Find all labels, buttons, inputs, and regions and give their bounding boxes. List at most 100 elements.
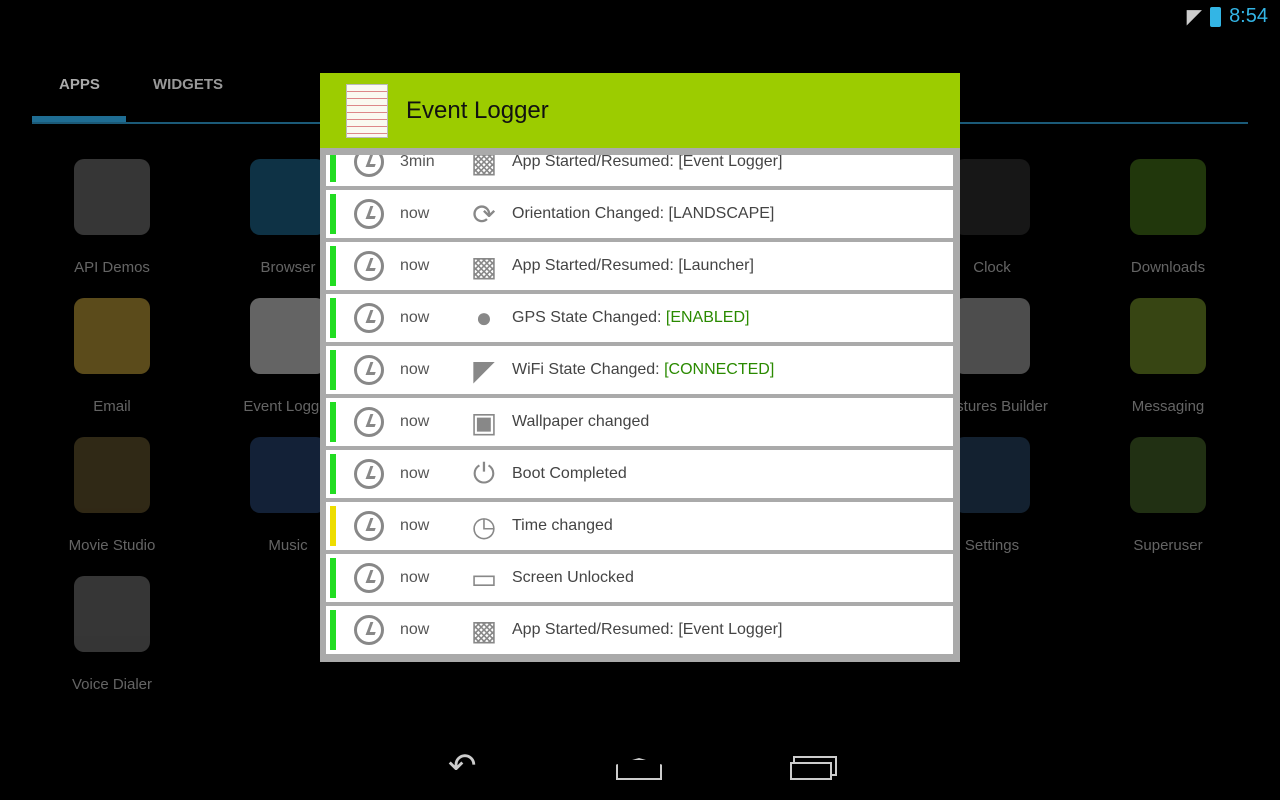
app-messaging[interactable]: Messaging (1088, 298, 1248, 415)
event-row[interactable]: now ▩ App Started/Resumed: [Event Logger… (326, 606, 953, 654)
event-time: now (400, 465, 430, 482)
event-text: Time changed (512, 517, 613, 535)
back-button[interactable]: ↶ (448, 746, 477, 786)
android-icon: ▩ (470, 250, 498, 282)
clock-icon (354, 615, 384, 645)
event-row[interactable]: now ● GPS State Changed: [ENABLED] (326, 294, 953, 342)
app-icon (250, 298, 326, 374)
wifi-icon: ◤ (1186, 6, 1203, 28)
status-bar-indicator (330, 610, 336, 650)
app-icon (74, 159, 150, 235)
clock-icon (354, 155, 384, 177)
status-bar-indicator (330, 155, 336, 182)
app-superuser[interactable]: Superuser (1088, 437, 1248, 554)
event-time: now (400, 257, 430, 274)
power-icon: ⏻ (472, 457, 496, 489)
app-label: Email (93, 398, 131, 415)
event-row[interactable]: now ⟳ Orientation Changed: [LANDSCAPE] (326, 190, 953, 238)
dialog-title: Event Logger (406, 96, 549, 124)
status-bar-indicator (330, 298, 336, 338)
event-row[interactable]: now ◷ Time changed (326, 502, 953, 550)
event-time: now (400, 621, 430, 638)
status-bar-indicator (330, 194, 336, 234)
status-bar: ◤ 8:54 (1187, 4, 1268, 29)
app-icon (74, 576, 150, 652)
app-label: Movie Studio (68, 537, 156, 554)
android-icon: ▩ (470, 155, 498, 178)
event-text: App Started/Resumed: [Launcher] (512, 257, 754, 275)
tab-widgets[interactable]: WIDGETS (153, 76, 223, 93)
event-row[interactable]: now ⏻ Boot Completed (326, 450, 953, 498)
app-icon (954, 437, 1030, 513)
android-icon: ▩ (470, 614, 498, 646)
app-api-demos[interactable]: API Demos (32, 159, 192, 276)
app-email[interactable]: Email (32, 298, 192, 415)
app-icon (250, 159, 326, 235)
app-icon (1130, 298, 1206, 374)
event-text: Orientation Changed: [LANDSCAPE] (512, 205, 774, 223)
recents-icon (790, 762, 832, 780)
event-text: App Started/Resumed: [Event Logger] (512, 155, 782, 171)
tab-indicator (32, 116, 126, 122)
event-description: App Started/Resumed: [Event Logger] (512, 621, 783, 638)
event-text: Screen Unlocked (512, 569, 634, 587)
event-description: App Started/Resumed: [Event Logger] (512, 155, 783, 170)
image-icon: ▣ (470, 406, 498, 438)
battery-icon (1210, 6, 1222, 27)
event-text: Boot Completed (512, 465, 627, 483)
app-icon (1130, 437, 1206, 513)
event-description: WiFi State Changed: (512, 361, 665, 378)
event-state: [CONNECTED] (664, 361, 775, 378)
app-icon (250, 437, 326, 513)
event-state: [ENABLED] (665, 309, 750, 326)
app-movie-studio[interactable]: Movie Studio (32, 437, 192, 554)
status-bar-indicator (330, 506, 336, 546)
event-logger-app-icon (346, 83, 388, 138)
event-time: 3min (400, 155, 435, 170)
event-description: GPS State Changed: (512, 309, 666, 326)
app-label: Messaging (1131, 398, 1205, 415)
home-button[interactable] (616, 758, 662, 780)
event-time: now (400, 361, 430, 378)
clock-icon (354, 511, 384, 541)
clock-icon (354, 251, 384, 281)
event-description: Orientation Changed: [LANDSCAPE] (512, 205, 775, 222)
app-label: API Demos (74, 259, 150, 276)
event-description: Screen Unlocked (512, 569, 634, 586)
event-row[interactable]: now ▣ Wallpaper changed (326, 398, 953, 446)
clock-icon (354, 563, 384, 593)
event-text: WiFi State Changed: [CONNECTED] (512, 361, 774, 379)
app-icon (74, 437, 150, 513)
home-icon (616, 758, 662, 780)
event-row[interactable]: now ▩ App Started/Resumed: [Launcher] (326, 242, 953, 290)
clock-icon (354, 303, 384, 333)
event-description: Time changed (512, 517, 613, 534)
event-text: App Started/Resumed: [Event Logger] (512, 621, 782, 639)
app-label: Superuser (1133, 537, 1203, 554)
status-bar-indicator (330, 402, 336, 442)
tab-apps[interactable]: APPS (59, 76, 100, 93)
status-bar-indicator (330, 454, 336, 494)
event-row[interactable]: now ▭ Screen Unlocked (326, 554, 953, 602)
app-voice-dialer[interactable]: Voice Dialer (32, 576, 192, 693)
status-bar-indicator (330, 558, 336, 598)
event-text: GPS State Changed: [ENABLED] (512, 309, 749, 327)
clock-time: 8:54 (1229, 5, 1268, 27)
event-description: Boot Completed (512, 465, 627, 482)
event-time: now (400, 413, 430, 430)
clock-icon: ◷ (471, 510, 497, 542)
event-description: Wallpaper changed (512, 413, 650, 430)
event-row[interactable]: now ◤ WiFi State Changed: [CONNECTED] (326, 346, 953, 394)
clock-icon (354, 407, 384, 437)
event-description: App Started/Resumed: [Launcher] (512, 257, 754, 274)
status-bar-indicator (330, 350, 336, 390)
recents-button[interactable] (790, 762, 832, 780)
app-icon (954, 298, 1030, 374)
rotate-icon: ⟳ (472, 198, 496, 230)
event-time: now (400, 569, 430, 586)
event-list[interactable]: 3min ▩ App Started/Resumed: [Event Logge… (326, 155, 953, 655)
app-downloads[interactable]: Downloads (1088, 159, 1248, 276)
event-row[interactable]: 3min ▩ App Started/Resumed: [Event Logge… (326, 155, 953, 186)
app-label: Voice Dialer (71, 676, 153, 693)
status-bar-indicator (330, 246, 336, 286)
